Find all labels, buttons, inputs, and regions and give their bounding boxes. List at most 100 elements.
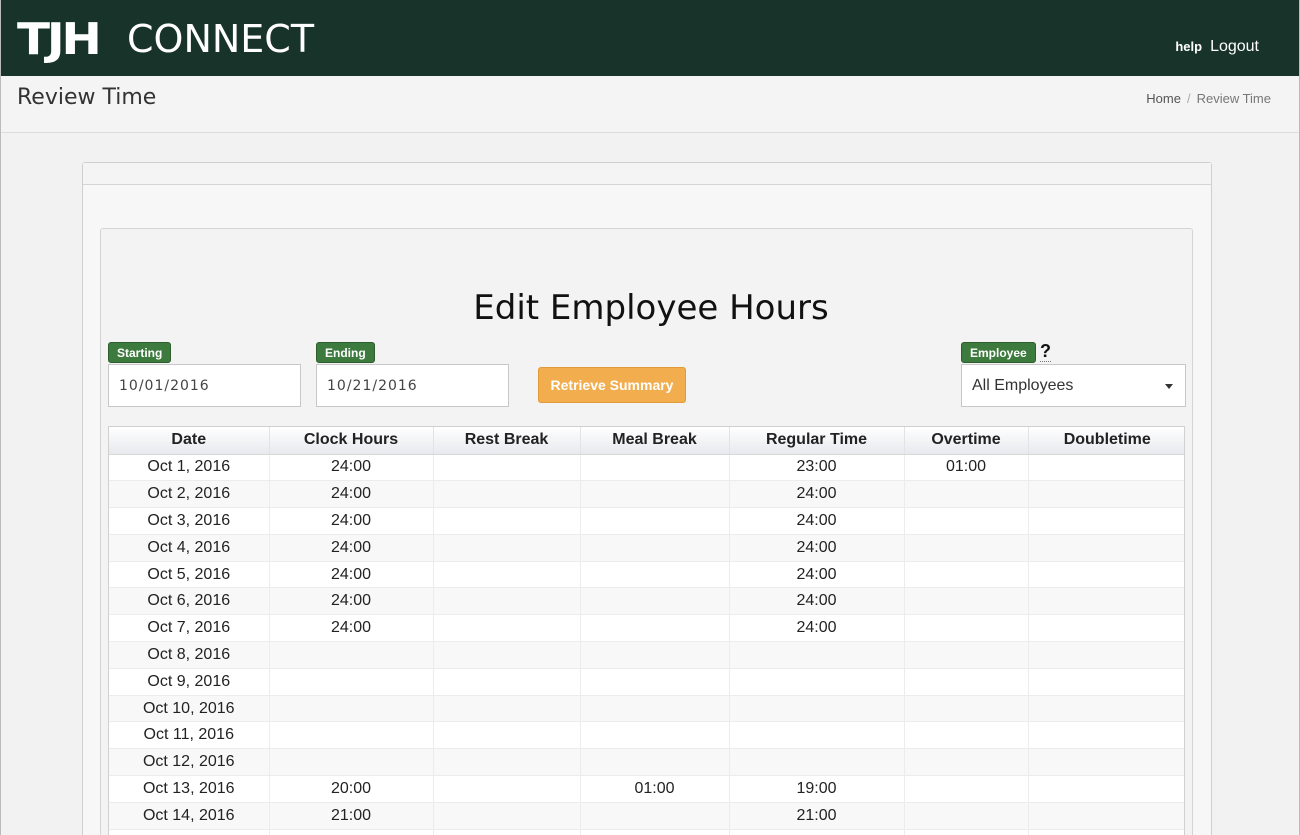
- table-cell: [904, 507, 1029, 535]
- table-cell: [580, 829, 730, 835]
- table-row[interactable]: Oct 3, 2016 24:00 24:00: [109, 507, 1184, 535]
- table-cell: [580, 748, 730, 777]
- table-cell: [433, 614, 581, 643]
- table-cell: [580, 534, 730, 562]
- table-cell: 01:00: [580, 775, 730, 803]
- table-cell: [904, 829, 1029, 835]
- table-cell: [269, 641, 434, 669]
- table-cell: [433, 748, 581, 777]
- table-cell: [729, 695, 905, 723]
- table-cell: Oct 11, 2016: [109, 721, 270, 750]
- table-row[interactable]: Oct 7, 2016 24:00 24:00: [109, 614, 1184, 643]
- table-row[interactable]: Oct 10, 2016: [109, 695, 1184, 723]
- table-cell: [433, 561, 581, 589]
- table-cell: [1028, 829, 1184, 835]
- table-cell: 24:00: [729, 614, 905, 643]
- table-cell: 23:00: [729, 454, 905, 482]
- table-cell: [580, 454, 730, 482]
- table-cell: [580, 802, 730, 830]
- table-cell: [904, 695, 1029, 723]
- table-cell: [433, 829, 581, 835]
- table-row[interactable]: Oct 8, 2016: [109, 641, 1184, 669]
- table-cell: [433, 641, 581, 669]
- top-navbar: TJH CONNECT help Logout: [1, 0, 1299, 76]
- table-row[interactable]: Oct 11, 2016: [109, 721, 1184, 750]
- table-cell: [580, 480, 730, 509]
- table-cell: [433, 507, 581, 535]
- table-cell: 24:00: [269, 561, 434, 589]
- table-cell: [269, 748, 434, 777]
- table-row[interactable]: Oct 5, 2016 24:00 24:00: [109, 561, 1184, 589]
- table-cell: [904, 668, 1029, 696]
- logo-thin-text: CONNECT: [127, 17, 315, 61]
- table-cell: 24:00: [729, 507, 905, 535]
- outer-panel-heading: [83, 163, 1211, 185]
- table-cell: [433, 668, 581, 696]
- table-row[interactable]: Oct 9, 2016: [109, 668, 1184, 696]
- table-cell: [1028, 480, 1184, 509]
- table-cell: Oct 5, 2016: [109, 561, 270, 589]
- column-header: Date: [109, 427, 270, 455]
- hours-table: Date Clock Hours Rest Break Meal Break Regul…: [109, 427, 1184, 835]
- starting-date-input[interactable]: [108, 364, 301, 407]
- table-cell: [580, 587, 730, 616]
- table-cell: [1028, 507, 1184, 535]
- table-cell: 24:00: [269, 507, 434, 535]
- table-cell: [433, 534, 581, 562]
- tjh-connect-logo[interactable]: TJH CONNECT: [17, 14, 315, 65]
- column-header: Regular Time: [729, 427, 905, 455]
- table-row[interactable]: Oct 1, 2016 24:00 23:00 01:00: [109, 454, 1184, 482]
- table-cell: [1028, 775, 1184, 803]
- table-cell: [269, 721, 434, 750]
- table-cell: 21:00: [729, 802, 905, 830]
- table-row[interactable]: [109, 829, 1184, 835]
- page-header: Review Time Home / Review Time: [1, 76, 1299, 133]
- table-cell: [580, 668, 730, 696]
- table-cell: [729, 641, 905, 669]
- table-cell: [904, 534, 1029, 562]
- table-row[interactable]: Oct 14, 2016 21:00 21:00: [109, 802, 1184, 830]
- column-header: Overtime: [904, 427, 1029, 455]
- hours-table-container: Date Clock Hours Rest Break Meal Break Regul…: [108, 426, 1185, 835]
- table-row[interactable]: Oct 13, 2016 20:00 01:00 19:00: [109, 775, 1184, 803]
- logout-link[interactable]: Logout: [1210, 38, 1259, 56]
- table-cell: [433, 454, 581, 482]
- table-cell: [1028, 802, 1184, 830]
- employee-select-value: All Employees: [972, 376, 1074, 394]
- table-cell: [904, 748, 1029, 777]
- employee-label: Employee: [961, 342, 1036, 363]
- table-cell: 24:00: [269, 454, 434, 482]
- table-row[interactable]: Oct 6, 2016 24:00 24:00: [109, 587, 1184, 616]
- employee-select[interactable]: All Employees: [961, 364, 1186, 407]
- table-cell: 24:00: [269, 587, 434, 616]
- breadcrumb: Home / Review Time: [1146, 91, 1271, 106]
- table-cell: [1028, 454, 1184, 482]
- table-row[interactable]: Oct 4, 2016 24:00 24:00: [109, 534, 1184, 562]
- table-cell: [580, 641, 730, 669]
- table-cell: [1028, 614, 1184, 643]
- ending-date-input[interactable]: [316, 364, 509, 407]
- table-cell: [1028, 748, 1184, 777]
- table-cell: 20:00: [269, 775, 434, 803]
- help-link[interactable]: help: [1175, 39, 1202, 54]
- retrieve-summary-button[interactable]: Retrieve Summary: [538, 367, 686, 403]
- table-cell: 01:00: [904, 454, 1029, 482]
- table-row[interactable]: Oct 2, 2016 24:00 24:00: [109, 480, 1184, 509]
- breadcrumb-home-link[interactable]: Home: [1146, 91, 1181, 106]
- table-cell: [580, 561, 730, 589]
- table-cell: 24:00: [729, 480, 905, 509]
- table-cell: Oct 14, 2016: [109, 802, 270, 830]
- table-cell: [433, 721, 581, 750]
- table-cell: [580, 507, 730, 535]
- table-cell: [729, 721, 905, 750]
- table-cell: [433, 802, 581, 830]
- table-cell: 24:00: [729, 587, 905, 616]
- table-cell: [269, 829, 434, 835]
- table-cell: [269, 695, 434, 723]
- employee-help-icon[interactable]: ?: [1040, 341, 1051, 362]
- table-cell: [1028, 641, 1184, 669]
- table-cell: Oct 8, 2016: [109, 641, 270, 669]
- table-cell: [433, 775, 581, 803]
- table-row[interactable]: Oct 12, 2016: [109, 748, 1184, 777]
- column-header: Meal Break: [580, 427, 730, 455]
